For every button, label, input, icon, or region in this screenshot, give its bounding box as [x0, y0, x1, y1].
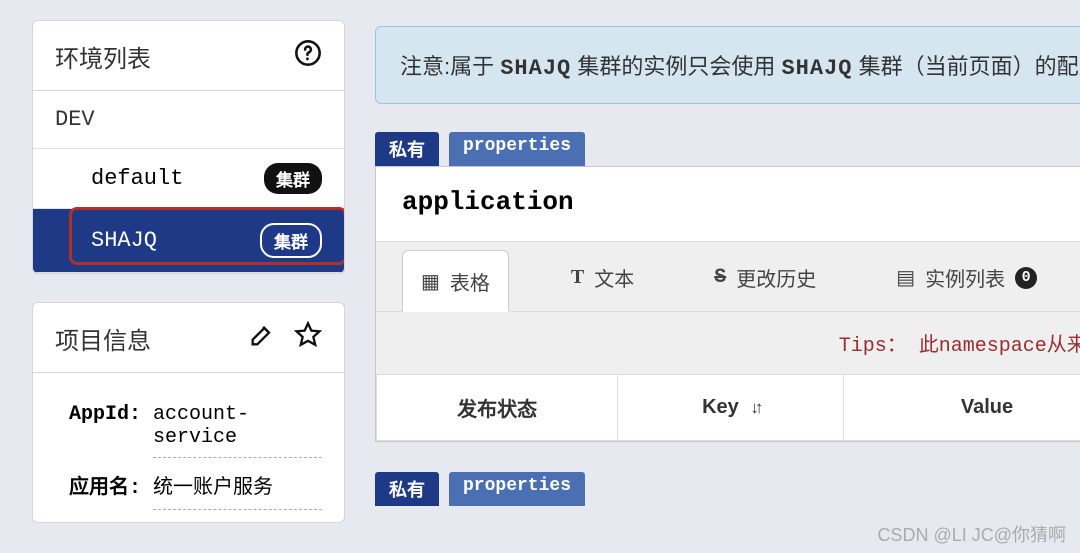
namespace-tabs: ▦ 表格 T 文本 S 更改历史 ▤ 实例列表 0 [376, 242, 1080, 312]
tag-private: 私有 [375, 132, 439, 166]
appname-label: 应用名: [55, 460, 151, 510]
cluster-notice: 注意:属于 SHAJQ 集群的实例只会使用 SHAJQ 集群（当前页面）的配置, [375, 26, 1080, 104]
appname-value: 统一账户服务 [153, 460, 322, 510]
tab-history[interactable]: S 更改历史 [696, 247, 834, 307]
col-value: Value [844, 375, 1080, 441]
namespace-block: 私有 properties application ▦ 表格 T 文本 S [375, 132, 1080, 442]
cluster-row-default[interactable]: default 集群 [33, 149, 344, 209]
tab-text[interactable]: T 文本 [553, 247, 652, 307]
project-info-panel: 项目信息 AppId: account-service [32, 302, 345, 523]
star-icon[interactable] [294, 321, 322, 356]
project-info-header: 项目信息 [33, 303, 344, 373]
env-list-panel: 环境列表 DEV default 集群 SHAJQ 集群 [32, 20, 345, 274]
cluster-name: SHAJQ [91, 228, 157, 253]
tag-properties: properties [449, 472, 585, 506]
cluster-badge: 集群 [264, 163, 322, 194]
help-icon[interactable] [294, 39, 322, 74]
tag-private: 私有 [375, 472, 439, 506]
col-status: 发布状态 [377, 375, 618, 441]
namespace-block-2: 私有 properties [375, 472, 1080, 506]
tab-grid[interactable]: ▦ 表格 [402, 250, 509, 312]
appid-label: AppId: [55, 393, 151, 458]
tab-instances[interactable]: ▤ 实例列表 0 [878, 247, 1055, 307]
env-list-title: 环境列表 [55, 39, 151, 74]
tag-properties: properties [449, 132, 585, 166]
project-info-title: 项目信息 [55, 321, 151, 356]
sort-icon: ↓↑ [750, 398, 759, 417]
cluster-badge: 集群 [260, 223, 322, 258]
watermark: CSDN @LI JC@你猜啊 [877, 521, 1066, 547]
edit-icon[interactable] [248, 321, 276, 356]
env-row-dev[interactable]: DEV [33, 91, 344, 149]
grid-icon: ▦ [421, 269, 440, 295]
instances-icon: ▤ [896, 265, 915, 291]
text-icon: T [571, 266, 584, 289]
cluster-row-shajq[interactable]: SHAJQ 集群 [33, 209, 344, 273]
appid-value: account-service [153, 393, 322, 458]
namespace-table: 发布状态 Key ↓↑ Value [376, 375, 1080, 441]
col-key[interactable]: Key ↓↑ [618, 375, 844, 441]
instances-count-badge: 0 [1015, 267, 1037, 289]
namespace-title: application [376, 167, 1080, 242]
cluster-name: default [91, 166, 183, 191]
project-info-table: AppId: account-service 应用名: 统一账户服务 [53, 391, 324, 512]
namespace-tips: Tips： 此namespace从来没 [376, 312, 1080, 375]
history-icon: S [714, 266, 726, 289]
env-list-header: 环境列表 [33, 21, 344, 91]
